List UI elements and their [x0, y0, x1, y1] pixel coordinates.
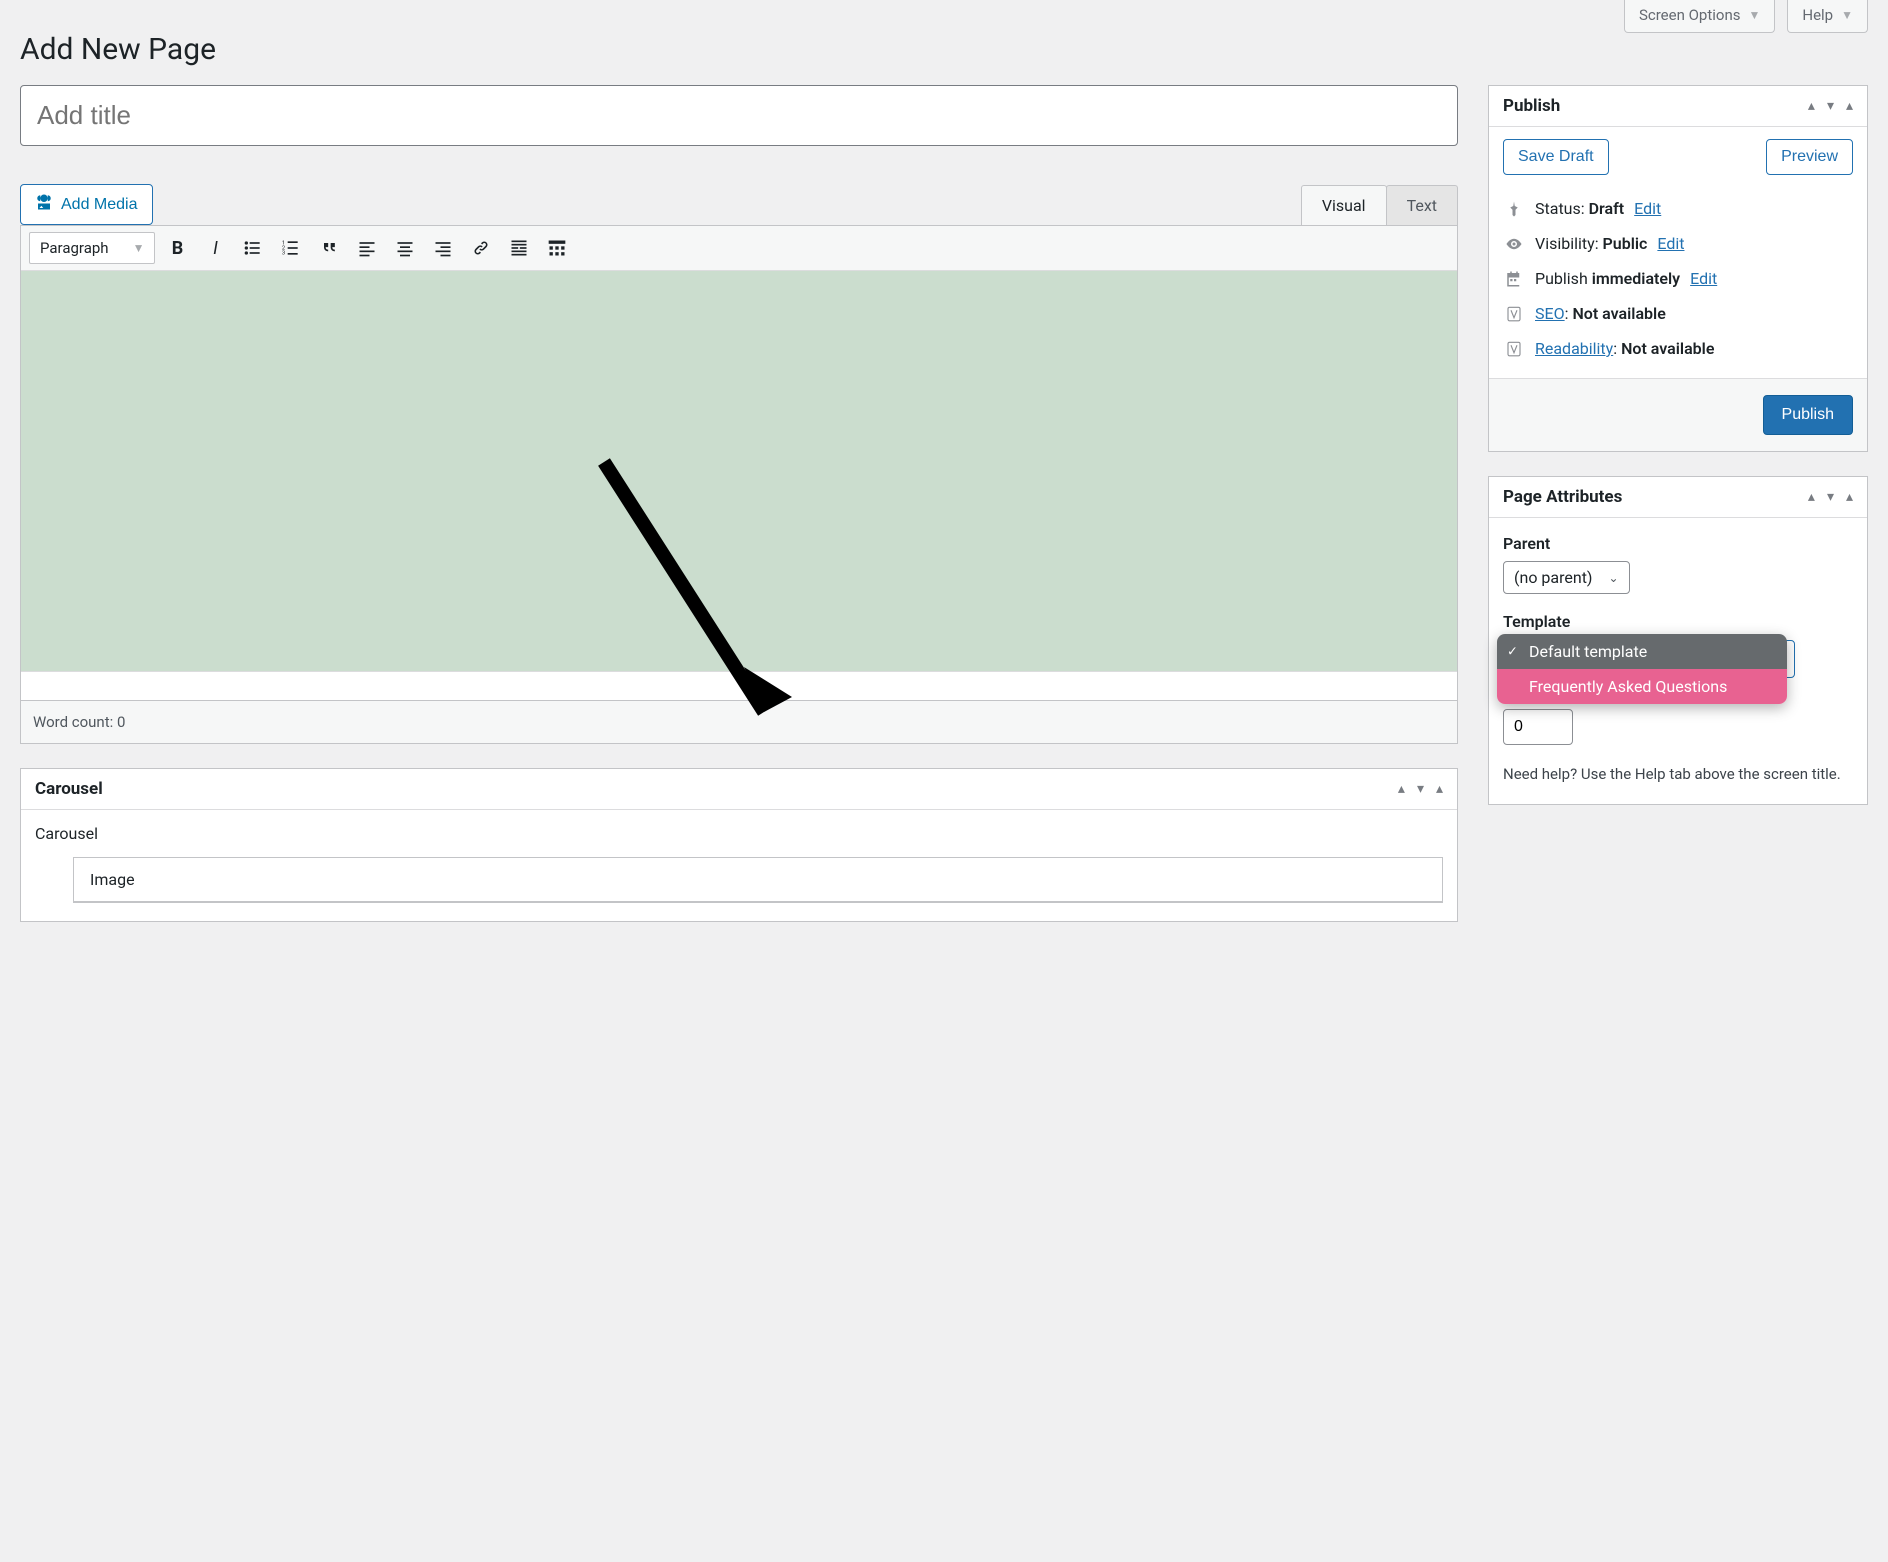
collapse-icon[interactable]: ▴ [1436, 781, 1443, 797]
tab-visual[interactable]: Visual [1301, 185, 1387, 225]
move-up-icon[interactable]: ▴ [1808, 98, 1815, 114]
collapse-icon[interactable]: ▴ [1846, 98, 1853, 114]
add-media-button[interactable]: Add Media [20, 184, 153, 225]
edit-date-link[interactable]: Edit [1690, 269, 1717, 288]
seo-text: SEO: Not available [1535, 304, 1666, 323]
page-title: Add New Page [20, 32, 1868, 67]
calendar-icon [1503, 270, 1525, 288]
link-icon[interactable] [465, 232, 497, 264]
bold-icon[interactable]: B [161, 232, 193, 264]
chevron-down-icon: ⌄ [1609, 571, 1619, 585]
carousel-image-label: Image [74, 858, 1442, 902]
carousel-subtitle: Carousel [35, 824, 1443, 843]
collapse-icon[interactable]: ▴ [1846, 489, 1853, 505]
parent-select[interactable]: (no parent) ⌄ [1503, 561, 1630, 594]
move-down-icon[interactable]: ▾ [1827, 98, 1834, 114]
align-center-icon[interactable] [389, 232, 421, 264]
parent-select-value: (no parent) [1514, 568, 1593, 587]
toolbar-toggle-icon[interactable] [541, 232, 573, 264]
preview-button[interactable]: Preview [1766, 139, 1853, 175]
blockquote-icon[interactable] [313, 232, 345, 264]
read-more-icon[interactable] [503, 232, 535, 264]
format-select[interactable]: Paragraph ▼ [29, 232, 155, 264]
align-left-icon[interactable] [351, 232, 383, 264]
check-icon: ✓ [1507, 644, 1518, 659]
align-right-icon[interactable] [427, 232, 459, 264]
numbered-list-icon[interactable]: 123 [275, 232, 307, 264]
publish-postbox: Publish ▴ ▾ ▴ Save Draft Preview [1488, 85, 1868, 452]
svg-text:3: 3 [282, 251, 285, 257]
chevron-down-icon: ▼ [133, 241, 145, 255]
title-input[interactable] [20, 85, 1458, 146]
editor-toolbar: Paragraph ▼ B I 123 [21, 226, 1457, 271]
page-attributes-postbox: Page Attributes ▴ ▾ ▴ Parent (no parent)… [1488, 476, 1868, 805]
order-input[interactable] [1503, 709, 1573, 745]
bullet-list-icon[interactable] [237, 232, 269, 264]
template-label: Template [1503, 612, 1853, 631]
template-option-faq-label: Frequently Asked Questions [1529, 677, 1727, 696]
word-count: Word count: 0 [21, 700, 1457, 743]
template-dropdown: ✓ Default template Frequently Asked Ques… [1497, 634, 1787, 704]
editor-footer-path [21, 671, 1457, 700]
template-option-default-label: Default template [1529, 642, 1647, 661]
status-text: Status: Draft [1535, 199, 1624, 218]
readability-link[interactable]: Readability [1535, 339, 1613, 358]
save-draft-button[interactable]: Save Draft [1503, 139, 1609, 175]
parent-label: Parent [1503, 534, 1853, 553]
screen-options-tab[interactable]: Screen Options ▼ [1624, 0, 1775, 33]
readability-icon [1503, 340, 1525, 358]
visibility-icon [1503, 235, 1525, 253]
carousel-postbox: Carousel ▴ ▾ ▴ Carousel Image [20, 768, 1458, 922]
publish-box-title: Publish [1503, 96, 1560, 116]
seo-icon [1503, 305, 1525, 323]
move-down-icon[interactable]: ▾ [1827, 489, 1834, 505]
screen-options-label: Screen Options [1639, 6, 1741, 24]
pin-icon [1503, 200, 1525, 218]
move-down-icon[interactable]: ▾ [1417, 781, 1424, 797]
chevron-down-icon: ▼ [1841, 8, 1853, 22]
carousel-title: Carousel [35, 779, 103, 799]
edit-visibility-link[interactable]: Edit [1657, 234, 1684, 253]
chevron-down-icon: ▼ [1748, 8, 1760, 22]
move-up-icon[interactable]: ▴ [1808, 489, 1815, 505]
tab-text[interactable]: Text [1386, 185, 1458, 225]
template-option-faq[interactable]: Frequently Asked Questions [1497, 669, 1787, 704]
visibility-text: Visibility: Public [1535, 234, 1647, 253]
seo-link[interactable]: SEO [1535, 304, 1565, 323]
editor-box: Paragraph ▼ B I 123 [20, 225, 1458, 744]
add-media-label: Add Media [61, 196, 138, 214]
page-attributes-title: Page Attributes [1503, 487, 1622, 507]
template-option-default[interactable]: ✓ Default template [1497, 634, 1787, 669]
edit-status-link[interactable]: Edit [1634, 199, 1661, 218]
help-tab[interactable]: Help ▼ [1787, 0, 1868, 33]
publish-button[interactable]: Publish [1763, 395, 1853, 435]
attributes-help-text: Need help? Use the Help tab above the sc… [1503, 763, 1853, 786]
help-label: Help [1802, 6, 1833, 24]
publish-date-text: Publish immediately [1535, 269, 1680, 288]
carousel-table: Image [73, 857, 1443, 903]
editor-canvas[interactable] [21, 271, 1457, 671]
move-up-icon[interactable]: ▴ [1398, 781, 1405, 797]
readability-text: Readability: Not available [1535, 339, 1714, 358]
italic-icon[interactable]: I [199, 232, 231, 264]
format-select-value: Paragraph [40, 239, 109, 257]
media-icon [35, 193, 53, 216]
